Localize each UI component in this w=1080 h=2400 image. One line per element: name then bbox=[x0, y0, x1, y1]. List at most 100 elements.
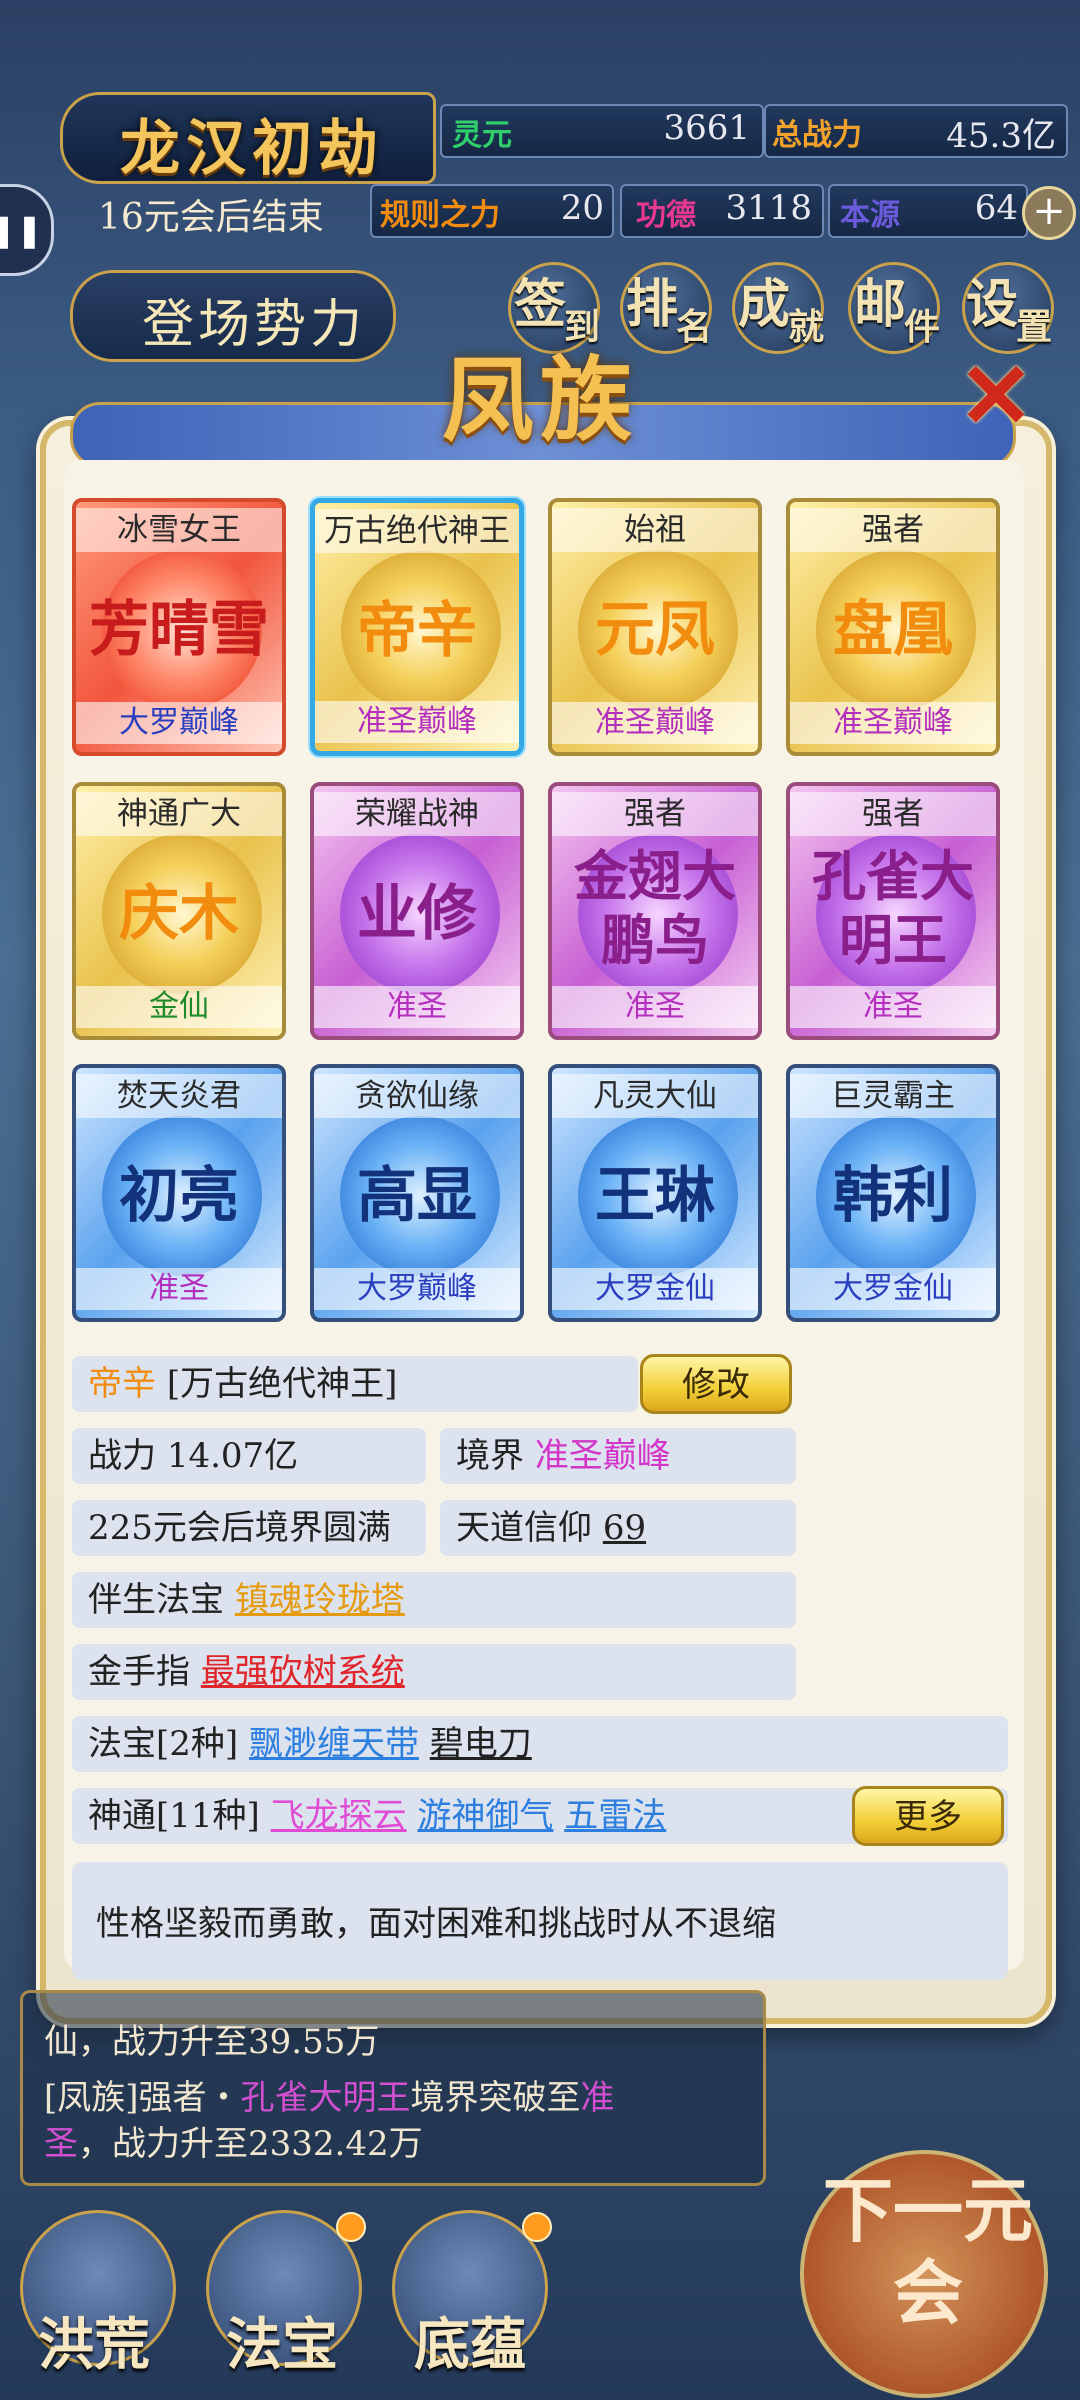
member-level: 大罗巅峰 bbox=[314, 1268, 520, 1310]
member-card-name: 帝辛 bbox=[357, 596, 477, 666]
member-card[interactable]: 贪欲仙缘高显大罗巅峰 bbox=[310, 1064, 524, 1322]
member-rank: 始祖 bbox=[552, 508, 758, 552]
description-box: 性格坚毅而勇敢，面对困难和挑战时从不退缩 bbox=[72, 1862, 1008, 1980]
artifacts-row: 法宝[2种] 飘渺缠天带 碧电刀 bbox=[72, 1716, 1008, 1772]
log-level: 圣 bbox=[44, 2124, 78, 2164]
stat-lingyuan-label: 灵元 bbox=[452, 118, 512, 153]
faith-value[interactable]: 69 bbox=[603, 1508, 646, 1548]
log-line: 仙，战力升至39.55万 bbox=[44, 2014, 379, 2063]
member-title: [万古绝代神王] bbox=[166, 1364, 398, 1404]
member-card-name: 孔雀大明王 bbox=[812, 844, 974, 972]
artifacts-label: 法宝[2种] bbox=[88, 1724, 239, 1764]
era-remaining: 16元会后结束 bbox=[98, 197, 324, 238]
stat-merit-value: 3118 bbox=[725, 188, 812, 228]
skill-link[interactable]: 游神御气 bbox=[417, 1796, 553, 1836]
member-header-row: 帝辛 [万古绝代神王] bbox=[72, 1356, 638, 1412]
stat-total-power-label: 总战力 bbox=[772, 118, 862, 153]
member-rank: 贪欲仙缘 bbox=[314, 1074, 520, 1118]
faith-row: 天道信仰 69 bbox=[440, 1500, 796, 1556]
member-rank: 巨灵霸主 bbox=[790, 1074, 996, 1118]
member-card[interactable]: 强者 盘凰 准圣巅峰 bbox=[786, 498, 1000, 756]
log-level: 准 bbox=[580, 2078, 615, 2118]
member-card-name: 初亮 bbox=[119, 1161, 239, 1231]
log-text: [凤族]强者・ bbox=[44, 2078, 241, 2118]
member-card[interactable]: 焚天炎君 初亮 准圣 bbox=[72, 1064, 286, 1322]
member-rank: 强者 bbox=[790, 508, 996, 552]
stat-origin-value: 64 bbox=[974, 188, 1018, 228]
member-rank: 强者 bbox=[552, 792, 758, 836]
stat-origin-label: 本源 bbox=[840, 198, 900, 233]
realm-row: 境界 准圣巅峰 bbox=[440, 1428, 796, 1484]
member-card[interactable]: 凡灵大仙王琳大罗金仙 bbox=[548, 1064, 762, 1322]
stat-merit-label: 功德 bbox=[636, 198, 696, 233]
treasure-nav-label: 法宝 bbox=[226, 2312, 338, 2378]
edit-button[interactable]: 修改 bbox=[640, 1354, 792, 1414]
member-rank: 神通广大 bbox=[76, 792, 282, 836]
next-era-label: 下一元会 bbox=[823, 2169, 1033, 2334]
member-card-name: 王琳 bbox=[595, 1161, 715, 1231]
skill-link[interactable]: 飞龙探云 bbox=[271, 1796, 407, 1836]
skills-label: 神通[11种] bbox=[88, 1796, 260, 1836]
close-icon[interactable]: ✕ bbox=[956, 351, 1036, 441]
member-card-name: 芳晴雪 bbox=[89, 595, 269, 665]
member-level: 准圣巅峰 bbox=[315, 701, 519, 743]
stat-rule-power-value: 20 bbox=[560, 188, 604, 228]
realm-value: 准圣巅峰 bbox=[534, 1436, 671, 1476]
member-card-name: 高显 bbox=[357, 1161, 477, 1231]
member-card[interactable]: 神通广大 庆木 金仙 bbox=[72, 782, 286, 1040]
heritage-label: 底蕴 bbox=[414, 2312, 526, 2378]
log-text: 境界突破至 bbox=[410, 2078, 581, 2118]
member-card-name: 金翅大鹏鸟 bbox=[574, 844, 736, 972]
member-level: 准圣巅峰 bbox=[790, 702, 996, 744]
treasure-row: 伴生法宝 镇魂玲珑塔 bbox=[72, 1572, 796, 1628]
power-label: 战力 bbox=[88, 1436, 156, 1476]
honghuang-label: 洪荒 bbox=[38, 2312, 150, 2378]
member-level: 准圣 bbox=[314, 986, 520, 1028]
notification-dot bbox=[522, 2212, 552, 2242]
member-card[interactable]: 冰雪女王芳晴雪大罗巅峰 bbox=[72, 498, 286, 756]
power-value: 14.07亿 bbox=[166, 1436, 299, 1476]
completion-text: 225元会后境界圆满 bbox=[88, 1508, 391, 1548]
member-card[interactable]: 强者 金翅大鹏鸟 准圣 bbox=[548, 782, 762, 1040]
member-card[interactable]: 巨灵霸主 韩利 大罗金仙 bbox=[786, 1064, 1000, 1322]
modal-title: 凤族 bbox=[441, 346, 638, 454]
member-level: 大罗巅峰 bbox=[76, 702, 282, 744]
member-card[interactable]: 荣耀战神 业修 准圣 bbox=[310, 782, 524, 1040]
member-rank: 焚天炎君 bbox=[76, 1074, 282, 1118]
treasure-link[interactable]: 镇魂玲珑塔 bbox=[235, 1580, 405, 1620]
pause-button[interactable]: ❚❚ bbox=[0, 184, 54, 276]
artifact-link[interactable]: 碧电刀 bbox=[430, 1724, 532, 1764]
member-rank: 荣耀战神 bbox=[314, 792, 520, 836]
member-level: 大罗金仙 bbox=[552, 1268, 758, 1310]
era-title: 龙汉初劫 bbox=[120, 114, 384, 184]
power-row: 战力 14.07亿 bbox=[72, 1428, 426, 1484]
golden-finger-row: 金手指 最强砍树系统 bbox=[72, 1644, 796, 1700]
member-level: 准圣 bbox=[552, 986, 758, 1028]
skill-link[interactable]: 五雷法 bbox=[564, 1796, 666, 1836]
add-origin-button[interactable]: + bbox=[1022, 186, 1076, 240]
member-card[interactable]: 强者 孔雀大明王 准圣 bbox=[786, 782, 1000, 1040]
treasure-label: 伴生法宝 bbox=[88, 1580, 224, 1620]
log-text: ，战力升至2332.42万 bbox=[78, 2124, 423, 2164]
artifact-link[interactable]: 飘渺缠天带 bbox=[249, 1724, 419, 1764]
completion-row: 225元会后境界圆满 bbox=[72, 1500, 426, 1556]
stat-lingyuan-value: 3661 bbox=[663, 108, 750, 148]
golden-finger-link[interactable]: 最强砍树系统 bbox=[201, 1652, 405, 1692]
member-card[interactable]: 万古绝代神王 帝辛 准圣巅峰 bbox=[310, 498, 524, 756]
member-name: 帝辛 bbox=[88, 1364, 156, 1404]
stat-rule-power-label: 规则之力 bbox=[380, 198, 500, 233]
member-card-name: 业修 bbox=[357, 879, 477, 949]
stat-total-power-value: 45.3亿 bbox=[946, 116, 1056, 156]
member-rank: 强者 bbox=[790, 792, 996, 836]
member-level: 准圣 bbox=[790, 986, 996, 1028]
member-card[interactable]: 始祖 元凤 准圣巅峰 bbox=[548, 498, 762, 756]
member-level: 准圣巅峰 bbox=[552, 702, 758, 744]
log-line: [凤族]强者・孔雀大明王境界突破至准 bbox=[44, 2070, 615, 2119]
member-card-name: 韩利 bbox=[833, 1161, 953, 1231]
realm-label: 境界 bbox=[456, 1436, 524, 1476]
member-card-name: 庆木 bbox=[119, 879, 239, 949]
member-rank: 凡灵大仙 bbox=[552, 1074, 758, 1118]
golden-finger-label: 金手指 bbox=[88, 1652, 190, 1692]
more-button[interactable]: 更多 bbox=[852, 1786, 1004, 1846]
member-rank: 冰雪女王 bbox=[76, 508, 282, 552]
